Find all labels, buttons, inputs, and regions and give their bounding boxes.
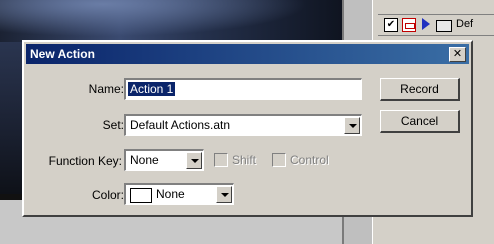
- function-key-select[interactable]: None: [124, 149, 204, 171]
- name-input[interactable]: Action 1: [124, 78, 362, 100]
- chevron-down-icon[interactable]: [216, 186, 232, 203]
- document-image-edge: [0, 42, 22, 194]
- set-select[interactable]: Default Actions.atn: [124, 114, 362, 136]
- chevron-down-icon[interactable]: [186, 152, 202, 169]
- expand-arrow-icon[interactable]: [422, 18, 430, 30]
- set-label: Set:: [102, 118, 124, 132]
- function-key-label: Function Key:: [48, 154, 122, 168]
- color-label: Color:: [91, 188, 124, 202]
- toggle-item-checkbox[interactable]: ✔: [384, 18, 398, 32]
- document-image: [0, 0, 342, 42]
- close-button[interactable]: ✕: [449, 47, 466, 62]
- shift-checkbox[interactable]: [214, 153, 228, 167]
- toggle-dialog-icon[interactable]: [402, 18, 416, 32]
- dialog-titlebar[interactable]: New Action ✕: [26, 44, 469, 64]
- name-label: Name:: [88, 82, 124, 96]
- dialog-title: New Action: [30, 47, 95, 61]
- control-label: Control: [290, 153, 329, 167]
- record-button[interactable]: Record: [380, 78, 460, 101]
- color-value: None: [156, 187, 185, 201]
- shift-label: Shift: [232, 153, 257, 167]
- cancel-button[interactable]: Cancel: [380, 110, 460, 133]
- color-select[interactable]: None: [124, 183, 234, 205]
- set-select-value: Default Actions.atn: [130, 118, 231, 132]
- function-key-value: None: [130, 153, 159, 167]
- new-action-dialog: New Action ✕ Name: Action 1 Set: Default…: [22, 40, 473, 217]
- document-image-shadow: [0, 194, 22, 200]
- chevron-down-icon[interactable]: [344, 117, 360, 134]
- folder-icon: [436, 20, 452, 32]
- name-value: Action 1: [128, 82, 176, 96]
- color-swatch: [130, 188, 152, 203]
- actions-panel-row[interactable]: ✔ Def: [378, 14, 494, 36]
- control-checkbox[interactable]: [272, 153, 286, 167]
- action-set-label: Def: [456, 18, 474, 30]
